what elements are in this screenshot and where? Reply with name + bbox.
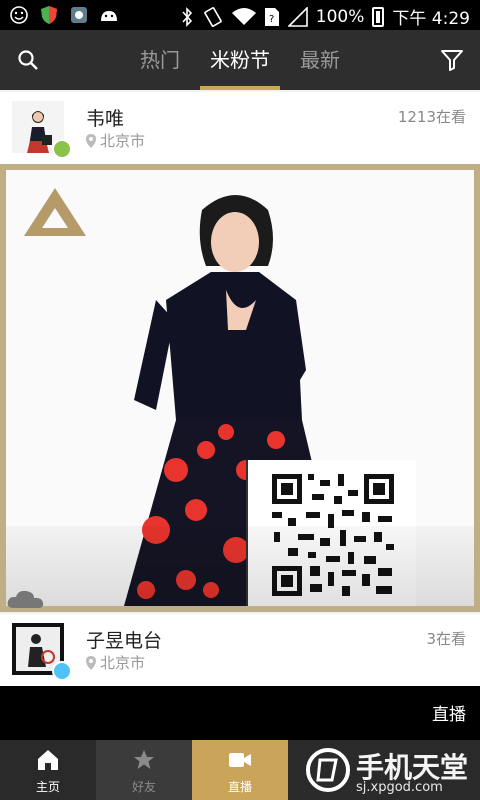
star-badge-icon <box>52 661 72 681</box>
watermark-logo-icon <box>306 748 350 792</box>
shield-icon <box>38 5 60 25</box>
nav-home-label: 主页 <box>35 780 60 794</box>
location-text: 北京市 <box>100 654 146 672</box>
tab-hot[interactable]: 热门 <box>120 30 200 90</box>
cover-fade <box>6 526 474 606</box>
location-pin-icon <box>86 655 96 670</box>
live-cover-image[interactable] <box>0 164 480 612</box>
site-watermark: 手机天堂 sj.xpgod.com <box>300 742 480 800</box>
app-icon <box>68 5 90 25</box>
video-camera-icon <box>229 753 251 767</box>
live-label[interactable]: 直播 <box>432 700 466 725</box>
star-icon <box>134 750 154 769</box>
location: 北京市 <box>86 652 145 673</box>
cloud-icon <box>7 590 44 608</box>
location: 北京市 <box>86 130 145 151</box>
location-text: 北京市 <box>100 132 146 150</box>
emoji-icon <box>8 5 30 25</box>
cover-photo <box>6 170 474 606</box>
nav-live-label: 直播 <box>227 780 252 794</box>
filter-icon[interactable] <box>440 48 464 72</box>
nav-friends-label: 好友 <box>131 780 156 794</box>
status-bar: ? 100% 下午 4:29 <box>0 0 480 30</box>
search-icon[interactable] <box>16 48 40 72</box>
watermark-url: sj.xpgod.com <box>356 780 443 795</box>
battery-percent: 100% <box>315 6 365 27</box>
tab-mifen-festival[interactable]: 米粉节 <box>200 30 280 90</box>
battery-icon <box>372 6 385 27</box>
phone-badge-icon <box>52 139 72 159</box>
location-pin-icon <box>86 133 96 148</box>
home-icon <box>38 750 58 770</box>
nav-home[interactable]: 主页 <box>0 740 96 800</box>
nav-friends[interactable]: 好友 <box>96 740 192 800</box>
signal-icon <box>287 6 308 27</box>
android-icon <box>98 5 120 25</box>
streamer-name: 韦唯 <box>86 108 125 130</box>
top-bar: 热门 米粉节 最新 <box>0 30 480 90</box>
sim-icon: ? <box>264 7 279 26</box>
notification-icons <box>8 5 120 25</box>
wifi-icon <box>231 7 256 25</box>
vibrate-icon <box>204 6 222 27</box>
tab-latest[interactable]: 最新 <box>280 30 360 90</box>
viewer-count: 3在看 <box>426 630 466 648</box>
live-card-header[interactable]: 韦唯 北京市 1213在看 <box>0 92 480 164</box>
clock: 下午 4:29 <box>392 9 470 29</box>
nav-live[interactable]: 直播 <box>192 740 288 800</box>
streamer-name: 子昱电台 <box>86 630 163 652</box>
feed-tabs: 热门 米粉节 最新 <box>120 30 360 90</box>
system-status: ? 100% 下午 4:29 <box>180 4 470 29</box>
live-card-header[interactable]: 子昱电台 北京市 3在看 <box>0 614 480 686</box>
viewer-count: 1213在看 <box>397 108 466 126</box>
live-bar[interactable]: 直播 <box>0 686 480 740</box>
bluetooth-icon <box>182 6 192 27</box>
svg-text:?: ? <box>269 14 274 25</box>
